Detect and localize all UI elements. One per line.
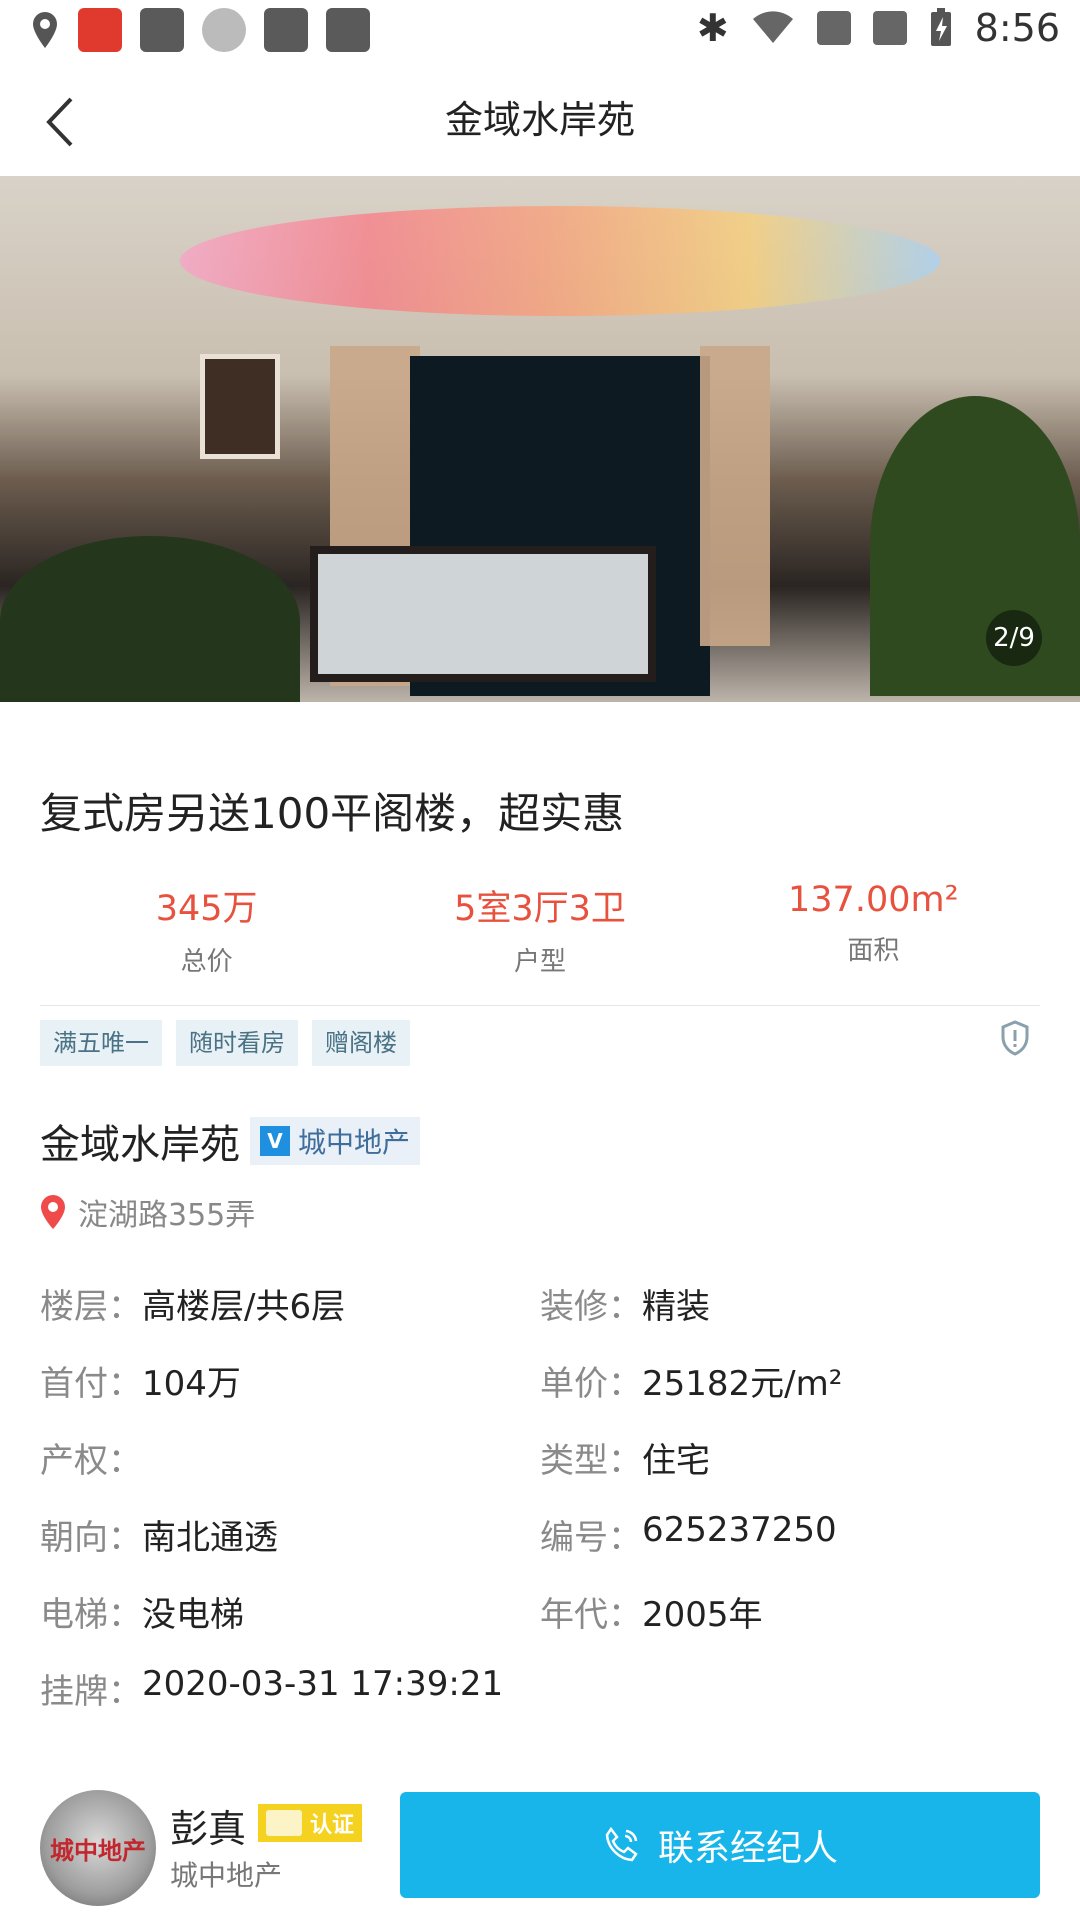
stat-total-price: 345万 总价 bbox=[40, 880, 373, 1000]
tag: 赠阁楼 bbox=[312, 1020, 410, 1066]
community-name: 金域水岸苑 bbox=[40, 1122, 240, 1168]
detail-row: 楼层： 高楼层/共6层 装修： 精装 bbox=[40, 1265, 1040, 1342]
battery-charging-icon bbox=[930, 8, 951, 46]
address-text: 淀湖路355弄 bbox=[78, 1198, 256, 1233]
detail-value: 高楼层/共6层 bbox=[142, 1287, 346, 1327]
shield-icon[interactable] bbox=[1000, 1020, 1030, 1056]
key-stats: 345万 总价 5室3厅3卫 户型 137.00m² 面积 bbox=[40, 880, 1040, 1000]
detail-value: 625237250 bbox=[642, 1510, 837, 1550]
sync-icon bbox=[202, 8, 246, 52]
detail-key: 朝向： bbox=[40, 1518, 142, 1558]
nav-header: 金域水岸苑 bbox=[0, 64, 1080, 176]
dining-table bbox=[310, 546, 656, 682]
detail-key: 类型： bbox=[540, 1441, 642, 1481]
agent-name: 彭真 bbox=[170, 1807, 247, 1851]
clock: 8:56 bbox=[974, 6, 1060, 50]
wall-picture bbox=[200, 354, 280, 459]
stat-value: 137.00m² bbox=[788, 880, 959, 920]
detail-value: 104万 bbox=[142, 1364, 241, 1404]
photo-counter: 2/9 bbox=[986, 610, 1042, 666]
avatar[interactable]: 城中地产 bbox=[40, 1790, 156, 1906]
app-notification-icon bbox=[78, 8, 122, 52]
detail-value: 精装 bbox=[642, 1287, 710, 1327]
stat-value: 345万 bbox=[155, 889, 258, 929]
verified-icon: V bbox=[260, 1126, 290, 1156]
detail-row: 挂牌： 2020-03-31 17:39:21 bbox=[40, 1650, 1040, 1727]
address-row[interactable]: 淀湖路355弄 bbox=[40, 1190, 255, 1234]
stat-layout: 5室3厅3卫 户型 bbox=[373, 880, 706, 1000]
bag-icon bbox=[264, 8, 308, 52]
location-icon bbox=[33, 12, 57, 48]
community-row: 金域水岸苑 V 城中地产 bbox=[40, 1112, 421, 1170]
detail-key: 单价： bbox=[540, 1364, 642, 1404]
stat-value: 5室3厅3卫 bbox=[454, 889, 626, 929]
detail-key: 编号： bbox=[540, 1518, 642, 1558]
detail-key: 楼层： bbox=[40, 1287, 142, 1327]
verified-badge: 认证 bbox=[258, 1804, 363, 1842]
notification-icons bbox=[30, 8, 370, 52]
detail-row: 电梯： 没电梯 年代： 2005年 bbox=[40, 1573, 1040, 1650]
stat-area: 137.00m² 面积 bbox=[707, 880, 1040, 1000]
detail-key: 电梯： bbox=[40, 1595, 142, 1635]
page-title: 金域水岸苑 bbox=[444, 98, 635, 142]
system-icons: ✱ 8:56 bbox=[697, 6, 1060, 50]
contact-label: 联系经纪人 bbox=[657, 1828, 838, 1869]
agent-company: 城中地产 bbox=[170, 1859, 283, 1892]
tag: 满五唯一 bbox=[40, 1020, 162, 1066]
badge-label: 认证 bbox=[310, 1813, 355, 1838]
feature-tags: 满五唯一 随时看房 赠阁楼 bbox=[40, 1020, 410, 1066]
agency-badge[interactable]: V 城中地产 bbox=[250, 1117, 421, 1165]
detail-value: 25182元/m² bbox=[642, 1364, 843, 1404]
tag: 随时看房 bbox=[176, 1020, 298, 1066]
chevron-left-icon bbox=[46, 97, 73, 147]
detail-value: 住宅 bbox=[642, 1441, 710, 1481]
detail-value: 2005年 bbox=[642, 1595, 763, 1635]
detail-row: 朝向： 南北通透 编号： 625237250 bbox=[40, 1496, 1040, 1573]
id-card-icon bbox=[266, 1810, 302, 1836]
agent-bar: 城中地产 彭真 认证 城中地产 联系经纪人 bbox=[0, 1780, 1080, 1920]
agency-name: 城中地产 bbox=[298, 1126, 411, 1159]
no-sim-icon bbox=[816, 11, 851, 45]
status-bar: ✱ 8:56 bbox=[0, 0, 1080, 64]
stat-label: 面积 bbox=[847, 936, 900, 966]
no-sim-icon bbox=[872, 11, 907, 45]
detail-row: 首付： 104万 单价： 25182元/m² bbox=[40, 1342, 1040, 1419]
wifi-icon bbox=[752, 11, 793, 43]
detail-value: 没电梯 bbox=[142, 1595, 244, 1635]
map-pin-icon bbox=[41, 1195, 65, 1229]
detail-key: 产权： bbox=[40, 1441, 142, 1481]
bag-icon bbox=[326, 8, 370, 52]
back-button[interactable] bbox=[30, 92, 90, 152]
detail-key: 挂牌： bbox=[40, 1672, 142, 1712]
download-icon bbox=[140, 8, 184, 52]
detail-row: 产权： 类型： 住宅 bbox=[40, 1419, 1040, 1496]
photo-gallery[interactable]: 2/9 bbox=[0, 176, 1080, 702]
stat-label: 户型 bbox=[513, 947, 566, 977]
phone-icon bbox=[602, 1825, 642, 1865]
divider bbox=[40, 1005, 1040, 1006]
stat-label: 总价 bbox=[180, 947, 233, 977]
bluetooth-icon: ✱ bbox=[696, 6, 729, 50]
plant bbox=[870, 396, 1080, 696]
detail-value: 2020-03-31 17:39:21 bbox=[142, 1664, 504, 1704]
plant bbox=[0, 536, 300, 702]
listing-headline: 复式房另送100平阁楼，超实惠 bbox=[40, 789, 625, 838]
detail-key: 年代： bbox=[540, 1595, 642, 1635]
details-grid: 楼层： 高楼层/共6层 装修： 精装 首付： 104万 单价： 25182元/m² 产权… bbox=[40, 1265, 1040, 1727]
detail-key: 装修： bbox=[540, 1287, 642, 1327]
contact-agent-button[interactable]: 联系经纪人 bbox=[400, 1792, 1040, 1898]
detail-key: 首付： bbox=[40, 1364, 142, 1404]
detail-value: 南北通透 bbox=[142, 1518, 278, 1558]
